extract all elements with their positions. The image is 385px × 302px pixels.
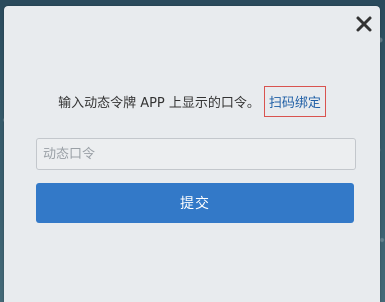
submit-button[interactable]: 提交 — [36, 183, 354, 223]
instruction-text: 输入动态令牌 APP 上显示的口令。 — [58, 96, 260, 111]
close-button[interactable] — [354, 14, 374, 34]
dynamic-code-input[interactable] — [36, 138, 356, 170]
scan-bind-link[interactable]: 扫码绑定 — [263, 86, 326, 117]
instruction-row: 输入动态令牌 APP 上显示的口令。 扫码绑定 — [4, 86, 380, 117]
close-icon — [354, 14, 374, 34]
dynamic-password-dialog: 输入动态令牌 APP 上显示的口令。扫码绑定 提交 — [4, 6, 380, 302]
